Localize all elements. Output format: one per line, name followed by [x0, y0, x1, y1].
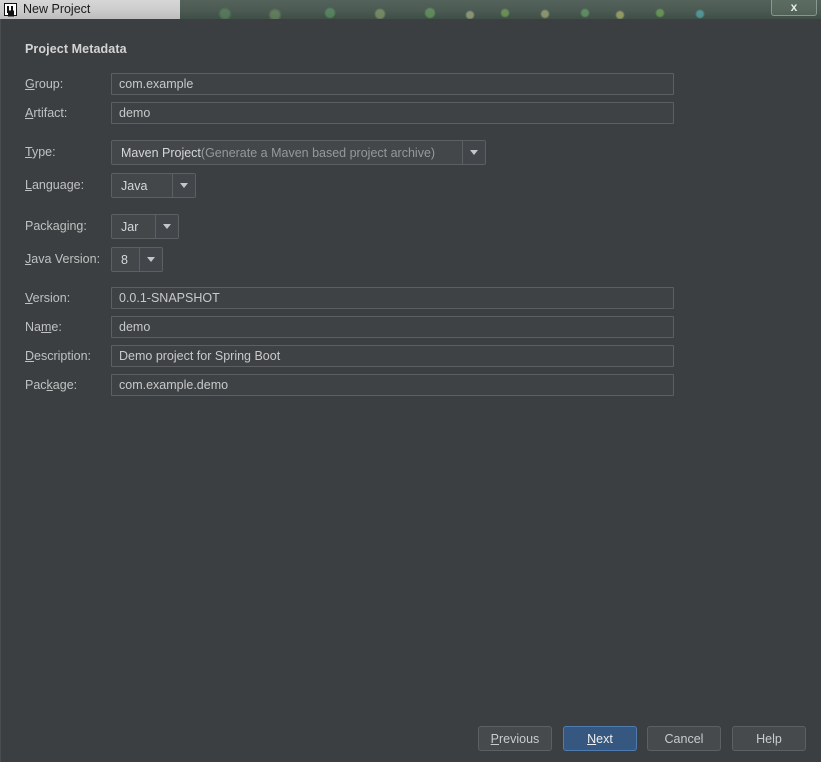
language-dropdown-arrow[interactable] — [172, 174, 195, 197]
name-value: demo — [119, 320, 151, 334]
close-icon[interactable]: x — [771, 0, 817, 16]
description-value: Demo project for Spring Boot — [119, 349, 281, 363]
chevron-down-icon — [147, 257, 155, 262]
chevron-down-icon — [163, 224, 171, 229]
page-title: Project Metadata — [25, 42, 127, 56]
chevron-down-icon — [180, 183, 188, 188]
description-input[interactable]: Demo project for Spring Boot — [111, 345, 674, 367]
version-value: 0.0.1-SNAPSHOT — [119, 291, 220, 305]
language-dropdown[interactable]: Java — [111, 173, 196, 198]
group-label: Group: — [25, 77, 64, 91]
title-bar: New Project x — [0, 0, 821, 19]
description-label: Description: — [25, 349, 92, 363]
artifact-label: Artifact: — [25, 106, 68, 120]
packaging-value: Jar — [121, 219, 139, 234]
chevron-down-icon — [470, 150, 478, 155]
version-input[interactable]: 0.0.1-SNAPSHOT — [111, 287, 674, 309]
artifact-value: demo — [119, 106, 151, 120]
package-input[interactable]: com.example.demo — [111, 374, 674, 396]
artifact-input[interactable]: demo — [111, 102, 674, 124]
packaging-dropdown[interactable]: Jar — [111, 214, 179, 239]
cancel-button[interactable]: Cancel — [647, 726, 721, 751]
java-version-dropdown-arrow[interactable] — [139, 248, 162, 271]
group-input[interactable]: com.example — [111, 73, 674, 95]
language-value: Java — [121, 178, 148, 193]
packaging-dropdown-arrow[interactable] — [155, 215, 178, 238]
group-value: com.example — [119, 77, 194, 91]
new-project-dialog: New Project x Project Metadata Group: co… — [0, 0, 821, 762]
intellij-idea-icon — [4, 3, 17, 16]
name-input[interactable]: demo — [111, 316, 674, 338]
java-version-value: 8 — [121, 252, 128, 267]
type-label: Type: — [25, 145, 56, 159]
dialog-content: Project Metadata Group: com.example Arti… — [0, 19, 821, 762]
type-value: Maven Project (Generate a Maven based pr… — [121, 145, 436, 160]
java-version-label: Java Version: — [25, 252, 101, 266]
window-title: New Project — [23, 2, 91, 16]
language-label: Language: — [25, 178, 85, 192]
next-button[interactable]: Next — [563, 726, 637, 751]
type-dropdown[interactable]: Maven Project (Generate a Maven based pr… — [111, 140, 486, 165]
type-dropdown-arrow[interactable] — [462, 141, 485, 164]
name-label: Name: — [25, 320, 62, 334]
package-label: Package: — [25, 378, 78, 392]
java-version-dropdown[interactable]: 8 — [111, 247, 163, 272]
version-label: Version: — [25, 291, 71, 305]
help-button[interactable]: Help — [732, 726, 806, 751]
previous-button[interactable]: Previous — [478, 726, 552, 751]
package-value: com.example.demo — [119, 378, 229, 392]
packaging-label: Packaging: — [25, 219, 87, 233]
